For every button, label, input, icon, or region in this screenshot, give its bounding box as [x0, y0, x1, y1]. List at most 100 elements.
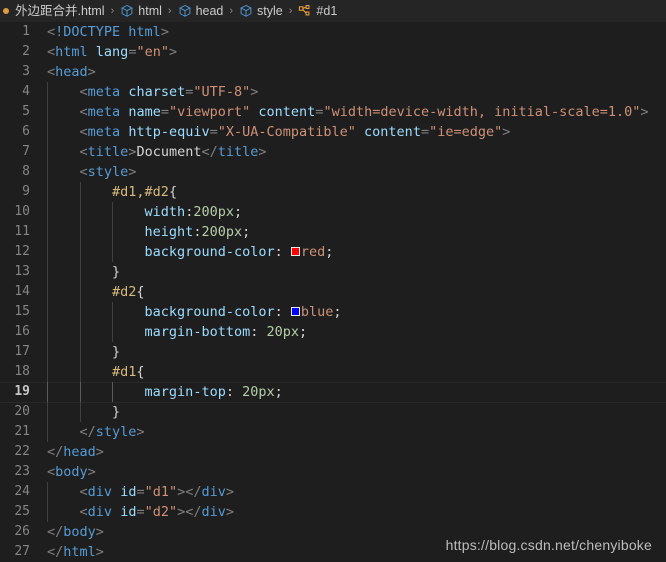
indent-guide	[47, 242, 48, 262]
breadcrumb-item-html[interactable]: html	[119, 4, 163, 18]
indent-guide	[79, 222, 81, 242]
indent-guide	[112, 382, 114, 402]
code-text: width:200px;	[144, 204, 243, 220]
color-swatch-red[interactable]	[290, 246, 300, 256]
indent-guide	[47, 342, 48, 362]
line-number: 16	[14, 324, 30, 339]
code-lines-container[interactable]: 1 <!DOCTYPE html> 2 <html lang="en"> 3 <head>…	[0, 22, 666, 562]
code-line[interactable]: 1 <!DOCTYPE html>	[0, 22, 666, 42]
code-text: #d1,#d2{	[112, 184, 178, 200]
line-number: 10	[14, 204, 30, 219]
line-number: 9	[22, 184, 30, 199]
code-line[interactable]: 14 #d2{	[0, 282, 666, 302]
indent-guide	[112, 302, 114, 322]
indent-guide	[47, 502, 48, 522]
code-line[interactable]: 9 #d1,#d2{	[0, 182, 666, 202]
code-line[interactable]: 24 <div id="d1"></div>	[0, 482, 666, 502]
line-number: 20	[14, 404, 30, 419]
code-line[interactable]: 19 margin-top: 20px;	[0, 382, 666, 403]
unsaved-changes-dot	[3, 8, 9, 14]
code-text: <meta charset="UTF-8">	[79, 84, 259, 100]
code-line[interactable]: 20}	[0, 402, 666, 422]
code-line[interactable]: 5 <meta name="viewport" content="width=de…	[0, 102, 666, 122]
code-text: margin-top: 20px;	[144, 384, 283, 400]
line-number: 2	[22, 44, 30, 59]
code-editor[interactable]: 1 <!DOCTYPE html> 2 <html lang="en"> 3 <head>…	[0, 22, 666, 562]
indent-guide	[112, 242, 114, 262]
line-number: 17	[14, 344, 30, 359]
code-text: }	[112, 404, 121, 420]
indent-guide	[47, 102, 48, 122]
line-number: 7	[22, 144, 30, 159]
code-line[interactable]: 23 <body>	[0, 462, 666, 482]
indent-guide	[47, 202, 48, 222]
line-number: 14	[14, 284, 30, 299]
active-line-highlight	[0, 382, 666, 403]
breadcrumb-separator: ›	[288, 5, 293, 17]
indent-guide	[47, 322, 48, 342]
indent-guide	[47, 142, 48, 162]
code-line[interactable]: 12 background-color: red;	[0, 242, 666, 262]
code-line[interactable]: 3 <head>	[0, 62, 666, 82]
code-text: height:200px;	[144, 224, 251, 240]
code-text: margin-bottom: 20px;	[144, 324, 308, 340]
indent-guide	[79, 342, 81, 362]
color-swatch-blue[interactable]	[290, 306, 300, 316]
code-line[interactable]: 11 height:200px;	[0, 222, 666, 242]
line-number: 13	[14, 264, 30, 279]
code-text: background-color: red;	[144, 244, 334, 260]
line-number: 15	[14, 304, 30, 319]
breadcrumb-style-label: style	[257, 3, 283, 18]
breadcrumb-separator: ›	[229, 5, 234, 17]
code-text: </html>	[47, 544, 104, 560]
code-line[interactable]: 22 </head>	[0, 442, 666, 462]
breadcrumb-html-label: html	[138, 3, 162, 18]
code-line[interactable]: 25 <div id="d2"></div>	[0, 502, 666, 522]
breadcrumb-head-label: head	[195, 3, 224, 18]
code-text: </body>	[47, 524, 104, 540]
line-number: 12	[14, 244, 30, 259]
line-number: 6	[22, 124, 30, 139]
line-number: 4	[22, 84, 30, 99]
code-line[interactable]: 8 <style>	[0, 162, 666, 182]
line-number: 19	[14, 384, 30, 399]
code-text: <div id="d2"></div>	[79, 504, 235, 520]
line-number: 3	[22, 64, 30, 79]
breadcrumb-item-file[interactable]: 外边距合并.html	[14, 5, 106, 18]
indent-guide	[79, 202, 81, 222]
code-line[interactable]: 18 #d1{	[0, 362, 666, 382]
line-number: 8	[22, 164, 30, 179]
code-line[interactable]: 7 <title>Document</title>	[0, 142, 666, 162]
code-line[interactable]: 15 background-color: blue;	[0, 302, 666, 322]
code-line[interactable]: 10 width:200px;	[0, 202, 666, 222]
line-number: 25	[14, 504, 30, 519]
indent-guide	[47, 282, 48, 302]
code-text: <meta name="viewport" content="width=dev…	[79, 104, 649, 120]
code-line[interactable]: 13}	[0, 262, 666, 282]
code-line[interactable]: 21 </style>	[0, 422, 666, 442]
indent-guide	[47, 182, 48, 202]
indent-guide	[79, 322, 81, 342]
breadcrumb-item-head[interactable]: head	[177, 4, 225, 18]
code-line[interactable]: 6 <meta http-equiv="X-UA-Compatible" cont…	[0, 122, 666, 142]
code-text: <div id="d1"></div>	[79, 484, 235, 500]
code-text: <head>	[47, 64, 96, 80]
code-line[interactable]: 16 margin-bottom: 20px;	[0, 322, 666, 342]
code-text: <body>	[47, 464, 96, 480]
indent-guide	[79, 382, 81, 402]
indent-guide	[47, 122, 48, 142]
code-text: </style>	[79, 424, 145, 440]
line-number: 21	[14, 424, 30, 439]
code-text: }	[112, 264, 121, 280]
code-line[interactable]: 17}	[0, 342, 666, 362]
code-line[interactable]: 4 <meta charset="UTF-8">	[0, 82, 666, 102]
breadcrumb-item-selector[interactable]: #d1	[297, 4, 338, 18]
symbol-cube-icon	[239, 4, 253, 18]
code-line[interactable]: 2 <html lang="en">	[0, 42, 666, 62]
indent-guide	[47, 222, 48, 242]
indent-guide	[112, 222, 114, 242]
line-number: 27	[14, 544, 30, 559]
line-number: 1	[22, 24, 30, 39]
breadcrumb-selector-label: #d1	[316, 3, 338, 18]
breadcrumb-item-style[interactable]: style	[238, 4, 284, 18]
